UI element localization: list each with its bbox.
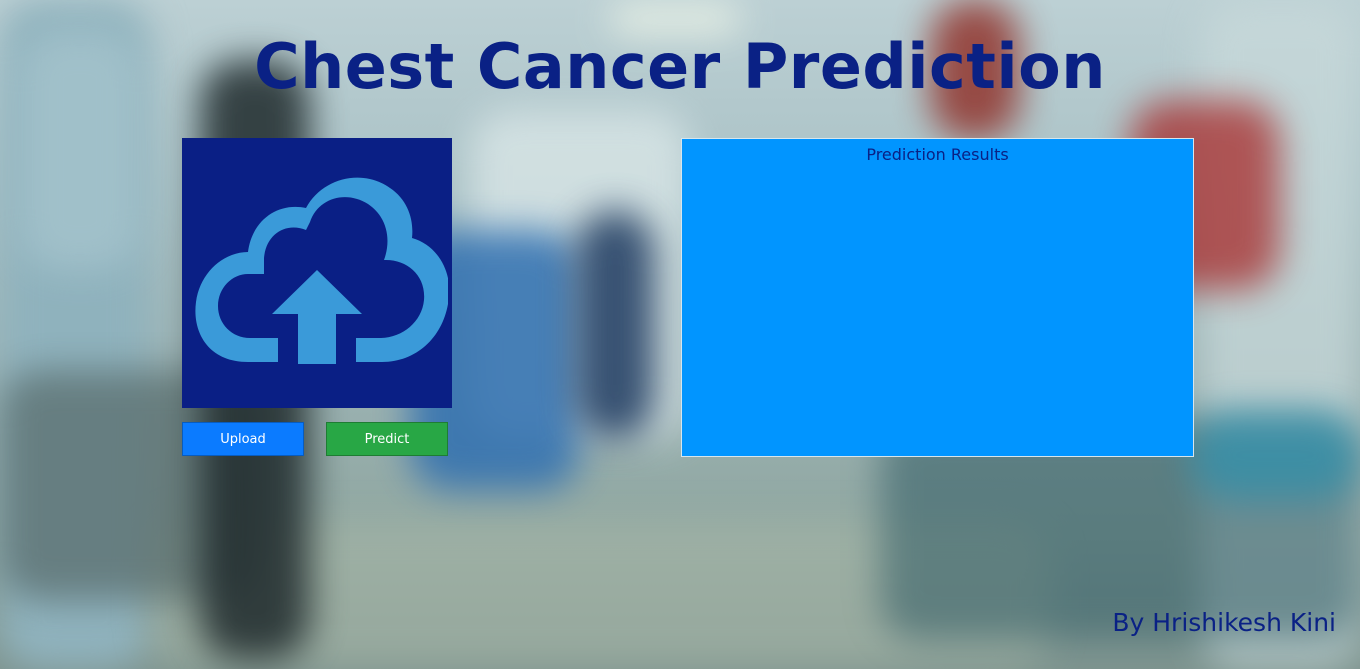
image-upload-area[interactable] <box>182 138 452 408</box>
page-title: Chest Cancer Prediction <box>254 30 1106 103</box>
author-credit: By Hrishikesh Kini <box>1112 608 1336 637</box>
upload-button[interactable]: Upload <box>182 422 304 456</box>
prediction-results-panel: Prediction Results <box>681 138 1194 457</box>
results-title: Prediction Results <box>866 145 1009 164</box>
predict-button[interactable]: Predict <box>326 422 448 456</box>
cloud-upload-icon <box>195 177 448 364</box>
